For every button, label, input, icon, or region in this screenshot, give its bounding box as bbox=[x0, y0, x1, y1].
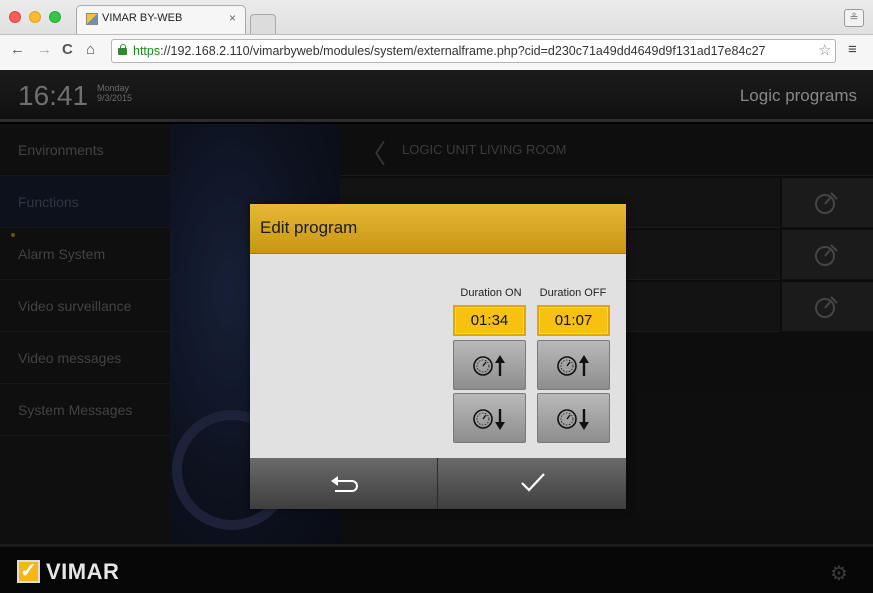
duration-off-label: Duration OFF bbox=[539, 287, 607, 299]
page-title: Logic programs bbox=[739, 86, 857, 105]
profile-icon[interactable]: ≗ bbox=[844, 9, 864, 27]
tab-close-icon[interactable]: × bbox=[229, 11, 236, 25]
browser-menu-icon[interactable]: ≡ bbox=[848, 41, 857, 58]
timer-down-icon bbox=[473, 409, 505, 430]
new-tab-button[interactable] bbox=[250, 14, 276, 34]
clock-date: 9/3/2015 bbox=[97, 93, 133, 103]
dialog-title: Edit program bbox=[260, 218, 358, 237]
clock-day: Monday bbox=[97, 83, 130, 93]
close-window-button[interactable] bbox=[9, 11, 21, 23]
bookmark-star-icon[interactable]: ☆ bbox=[818, 41, 831, 59]
brand-name: VIMAR bbox=[46, 559, 120, 584]
reload-icon[interactable]: C bbox=[62, 41, 73, 58]
clock-time: 16:41 bbox=[18, 80, 89, 111]
timer-up-icon bbox=[473, 355, 505, 376]
url-text[interactable]: https://192.168.2.110/vimarbyweb/modules… bbox=[133, 44, 766, 58]
duration-on-label: Duration ON bbox=[460, 287, 522, 299]
timer-down-icon bbox=[557, 409, 589, 430]
minimize-window-button[interactable] bbox=[29, 11, 41, 23]
lock-icon bbox=[118, 44, 127, 55]
duration-on-decrease-button[interactable] bbox=[453, 393, 526, 443]
confirm-button[interactable] bbox=[438, 458, 626, 509]
timer-up-icon bbox=[557, 355, 589, 376]
app-footer bbox=[0, 544, 873, 593]
url-rest: ://192.168.2.110/vimarbyweb/modules/syst… bbox=[160, 44, 766, 58]
return-arrow-icon bbox=[331, 476, 358, 492]
vimar-logo-check: ✓ bbox=[20, 560, 37, 582]
duration-off-value[interactable]: 01:07 bbox=[537, 305, 610, 336]
settings-gear-icon[interactable]: ⚙ bbox=[830, 561, 848, 586]
back-arrow-icon[interactable]: ← bbox=[10, 41, 25, 58]
duration-on-value[interactable]: 01:34 bbox=[453, 305, 526, 336]
duration-off-increase-button[interactable] bbox=[537, 340, 610, 390]
url-scheme: https bbox=[133, 44, 161, 58]
forward-arrow-icon[interactable]: → bbox=[37, 41, 52, 58]
cancel-button[interactable] bbox=[250, 458, 438, 509]
vimar-favicon-icon bbox=[86, 13, 98, 25]
zoom-window-button[interactable] bbox=[49, 11, 61, 23]
checkmark-icon bbox=[521, 473, 545, 492]
tab-title: VIMAR BY-WEB bbox=[102, 12, 183, 24]
duration-off-decrease-button[interactable] bbox=[537, 393, 610, 443]
home-icon[interactable]: ⌂ bbox=[86, 41, 95, 58]
duration-on-increase-button[interactable] bbox=[453, 340, 526, 390]
